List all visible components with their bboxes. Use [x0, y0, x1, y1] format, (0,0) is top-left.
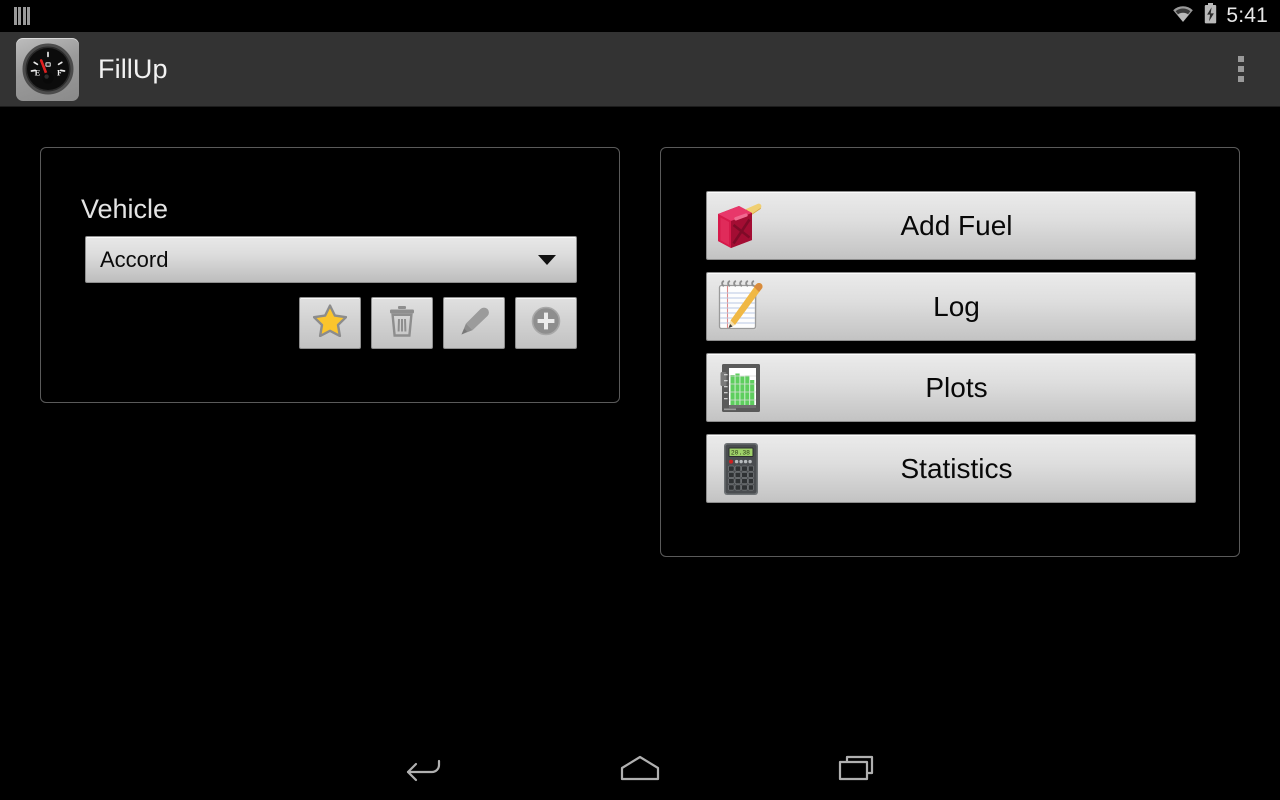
- favorite-vehicle-button[interactable]: [299, 297, 361, 349]
- status-bar-clock: 5:41: [1226, 4, 1268, 27]
- plus-circle-icon: [530, 305, 562, 342]
- svg-text:20.38: 20.38: [731, 449, 750, 456]
- delete-vehicle-button[interactable]: [371, 297, 433, 349]
- pencil-icon: [457, 306, 491, 341]
- fuel-can-icon: [708, 192, 774, 259]
- log-button[interactable]: Log: [706, 272, 1196, 341]
- status-bar: 5:41: [0, 0, 1280, 32]
- battery-charging-icon: [1204, 3, 1217, 29]
- overflow-menu-icon[interactable]: [1224, 41, 1258, 97]
- fuel-gauge-app-icon: E F: [16, 37, 79, 101]
- status-bar-left: [14, 7, 30, 25]
- edit-vehicle-button[interactable]: [443, 297, 505, 349]
- home-icon: [617, 753, 663, 788]
- vehicle-action-buttons: [85, 297, 577, 349]
- nav-spacer-left: [484, 740, 580, 800]
- back-icon: [403, 754, 445, 787]
- calculator-icon: 20.38: [708, 435, 774, 502]
- log-label: Log: [933, 290, 980, 322]
- vehicle-spinner-value: Accord: [100, 246, 169, 272]
- add-fuel-label: Add Fuel: [900, 209, 1013, 241]
- main-content: Vehicle Accord Add Fuel Log Plots 20.38 …: [0, 107, 1280, 740]
- trash-icon: [388, 305, 416, 342]
- action-bar: E F FillUp: [0, 32, 1280, 107]
- back-button[interactable]: [364, 740, 484, 800]
- plots-label: Plots: [925, 371, 988, 403]
- notepad-pencil-icon: [708, 273, 774, 340]
- star-icon: [312, 304, 348, 342]
- vehicle-label: Vehicle: [81, 194, 169, 224]
- actions-panel: Add Fuel Log Plots 20.38 Statistics: [660, 147, 1240, 557]
- add-vehicle-button[interactable]: [515, 297, 577, 349]
- statistics-button[interactable]: 20.38 Statistics: [706, 434, 1196, 503]
- svg-text:F: F: [57, 68, 62, 78]
- home-button[interactable]: [580, 740, 700, 800]
- status-bar-right: 5:41: [1171, 0, 1268, 32]
- vehicle-panel: Vehicle Accord: [40, 147, 620, 403]
- chevron-down-icon: [538, 254, 556, 265]
- vehicle-spinner[interactable]: Accord: [85, 236, 577, 283]
- sim-bars-icon: [14, 7, 30, 25]
- recents-button[interactable]: [796, 740, 916, 800]
- action-button-list: Add Fuel Log Plots 20.38 Statistics: [706, 191, 1196, 503]
- android-navigation-bar: [0, 740, 1280, 800]
- statistics-label: Statistics: [900, 452, 1013, 484]
- recents-icon: [835, 753, 877, 788]
- bar-chart-icon: [708, 354, 774, 421]
- nav-spacer-right: [700, 740, 796, 800]
- page-title: FillUp: [98, 53, 168, 84]
- wifi-icon: [1171, 4, 1195, 28]
- plots-button[interactable]: Plots: [706, 353, 1196, 422]
- svg-text:E: E: [34, 68, 40, 78]
- add-fuel-button[interactable]: Add Fuel: [706, 191, 1196, 260]
